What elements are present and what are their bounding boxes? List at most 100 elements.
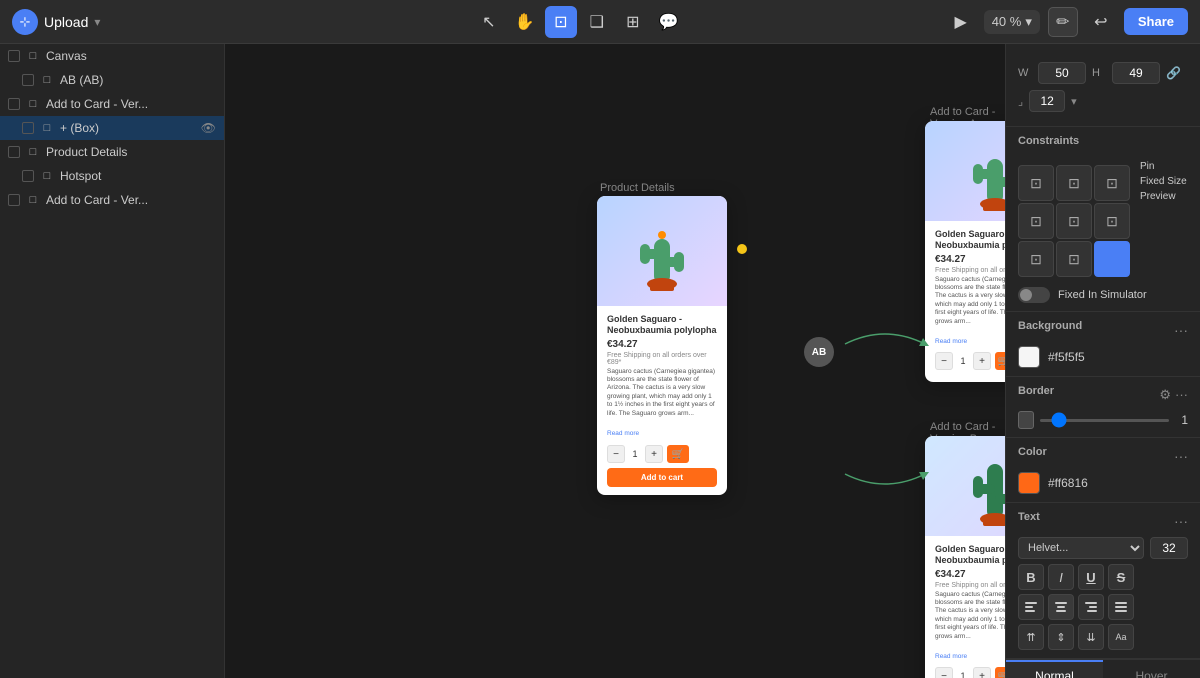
border-settings-icon[interactable]: ⚙: [1159, 387, 1171, 403]
read-more-b[interactable]: Read more: [935, 653, 967, 660]
add-to-cart-btn-large[interactable]: Add to cart: [607, 468, 717, 487]
card-shipping-large: Free Shipping on all orders over €89*: [607, 352, 717, 366]
hotspot-checkbox[interactable]: [22, 170, 34, 182]
sidebar-item-addcard1[interactable]: □ Add to Card - Ver...: [0, 92, 224, 116]
align-justify-btn[interactable]: [1108, 594, 1134, 620]
underline-btn[interactable]: U: [1078, 564, 1104, 590]
edit-btn[interactable]: ✏: [1048, 7, 1078, 37]
valign-middle-btn[interactable]: ⇕: [1048, 624, 1074, 650]
frame-tool-btn[interactable]: ⊡: [545, 6, 577, 38]
sidebar-item-product-details[interactable]: □ Product Details: [0, 140, 224, 164]
sidebar-item-addcard2[interactable]: □ Add to Card - Ver...: [0, 188, 224, 212]
pointer-tool-btn[interactable]: ↖: [473, 6, 505, 38]
constraint-c8[interactable]: ⊡: [1056, 241, 1092, 277]
sidebar-item-canvas[interactable]: □ Canvas: [0, 44, 224, 68]
grid-tool-btn[interactable]: ⊞: [617, 6, 649, 38]
strikethrough-btn[interactable]: S: [1108, 564, 1134, 590]
product-details-icon: □: [26, 145, 40, 159]
qty-minus-large[interactable]: −: [607, 445, 625, 463]
constraint-c5[interactable]: ⊡: [1056, 203, 1092, 239]
qty-cart-a[interactable]: 🛒: [995, 352, 1005, 370]
hotspot-dot[interactable]: [737, 244, 747, 254]
constraint-c6[interactable]: ⊡: [1094, 203, 1130, 239]
border-title: Border: [1018, 385, 1054, 397]
sidebar-item-hotspot[interactable]: □ Hotspot: [0, 164, 224, 188]
align-right-btn[interactable]: [1078, 594, 1104, 620]
constraint-c7[interactable]: ⊡: [1018, 241, 1054, 277]
color-swatch[interactable]: [1018, 472, 1040, 494]
canvas-checkbox[interactable]: [8, 50, 20, 62]
background-color-swatch[interactable]: [1018, 346, 1040, 368]
qty-minus-a[interactable]: −: [935, 352, 953, 370]
link-icon[interactable]: 🔗: [1166, 66, 1181, 80]
border-color-swatch[interactable]: [1018, 411, 1034, 429]
bold-btn[interactable]: B: [1018, 564, 1044, 590]
text-section: Text ··· Helvet... B I U S: [1006, 503, 1200, 659]
read-more-a[interactable]: Read more: [935, 338, 967, 345]
constraint-c2[interactable]: ⊡: [1056, 165, 1092, 201]
background-section: Background ··· #f5f5f5: [1006, 312, 1200, 377]
sidebar-item-ab[interactable]: □ AB (AB): [0, 68, 224, 92]
w-input[interactable]: [1038, 62, 1086, 84]
constraint-c3[interactable]: ⊡: [1094, 165, 1130, 201]
component-tool-btn[interactable]: ❑: [581, 6, 613, 38]
radius-chevron[interactable]: ▾: [1071, 95, 1077, 108]
align-center-btn[interactable]: [1048, 594, 1074, 620]
w-label: W: [1018, 67, 1032, 79]
qty-minus-b[interactable]: −: [935, 667, 953, 678]
hover-tab[interactable]: Hover: [1103, 660, 1200, 678]
constraint-c9-active[interactable]: [1094, 241, 1130, 277]
border-more-icon[interactable]: ···: [1175, 387, 1188, 403]
qty-plus-a[interactable]: +: [973, 352, 991, 370]
h-input[interactable]: [1112, 62, 1160, 84]
card-title-a: Golden Saguaro - Neobuxbaumia polylopha: [935, 229, 1005, 251]
ab-checkbox[interactable]: [22, 74, 34, 86]
title-chevron[interactable]: ▾: [94, 15, 100, 29]
zoom-control[interactable]: 40 % ▾: [984, 10, 1040, 34]
topbar-left: ⊹ Upload ▾: [12, 9, 212, 35]
sidebar-item-box[interactable]: □ + (Box) 👁: [0, 116, 224, 140]
product-details-checkbox[interactable]: [8, 146, 20, 158]
valign-text-btn[interactable]: Aa: [1108, 624, 1134, 650]
read-more-large[interactable]: Read more: [607, 430, 639, 437]
align-left-btn[interactable]: [1018, 594, 1044, 620]
eye-icon[interactable]: 👁: [201, 121, 216, 135]
addcard2-checkbox[interactable]: [8, 194, 20, 206]
cactus-a-illustration: [965, 129, 1005, 214]
hand-tool-btn[interactable]: ✋: [509, 6, 541, 38]
share-button[interactable]: Share: [1124, 8, 1188, 35]
font-row: Helvet...: [1018, 537, 1188, 559]
toolbar: ↖ ✋ ⊡ ❑ ⊞ 💬: [220, 6, 938, 38]
normal-tab[interactable]: Normal: [1006, 660, 1103, 678]
background-hex: #f5f5f5: [1048, 350, 1085, 364]
valign-top-btn[interactable]: ⇈: [1018, 624, 1044, 650]
comment-tool-btn[interactable]: 💬: [653, 6, 685, 38]
border-value: 1: [1175, 413, 1189, 427]
cactus-b-illustration: [965, 444, 1005, 529]
font-family-select[interactable]: Helvet...: [1018, 537, 1144, 559]
fixed-in-simulator-row: Fixed In Simulator: [1018, 287, 1188, 303]
addcard1-checkbox[interactable]: [8, 98, 20, 110]
constraint-c4[interactable]: ⊡: [1018, 203, 1054, 239]
background-more-icon[interactable]: ···: [1174, 322, 1188, 338]
history-btn[interactable]: ↩: [1086, 7, 1116, 37]
box-checkbox[interactable]: [22, 122, 34, 134]
italic-btn[interactable]: I: [1048, 564, 1074, 590]
font-size-input[interactable]: [1150, 537, 1188, 559]
qty-plus-b[interactable]: +: [973, 667, 991, 678]
radius-input[interactable]: [1029, 90, 1065, 112]
border-slider[interactable]: [1040, 419, 1169, 422]
canvas-area[interactable]: Product Details Golden Saguaro - Neobuxb…: [225, 44, 1005, 678]
valign-bottom-btn[interactable]: ⇊: [1078, 624, 1104, 650]
play-btn[interactable]: ▶: [946, 7, 976, 37]
qty-cart-b[interactable]: 🛒: [995, 667, 1005, 678]
qty-cart-large[interactable]: 🛒: [667, 445, 689, 463]
addcard2-icon: □: [26, 193, 40, 207]
qty-plus-large[interactable]: +: [645, 445, 663, 463]
color-title: Color: [1018, 446, 1047, 458]
fixed-simulator-toggle[interactable]: [1018, 287, 1050, 303]
text-more-icon[interactable]: ···: [1174, 513, 1188, 529]
constraint-c1[interactable]: ⊡: [1018, 165, 1054, 201]
color-more-icon[interactable]: ···: [1174, 448, 1188, 464]
product-card-version-a: Golden Saguaro - Neobuxbaumia polylopha …: [925, 121, 1005, 382]
